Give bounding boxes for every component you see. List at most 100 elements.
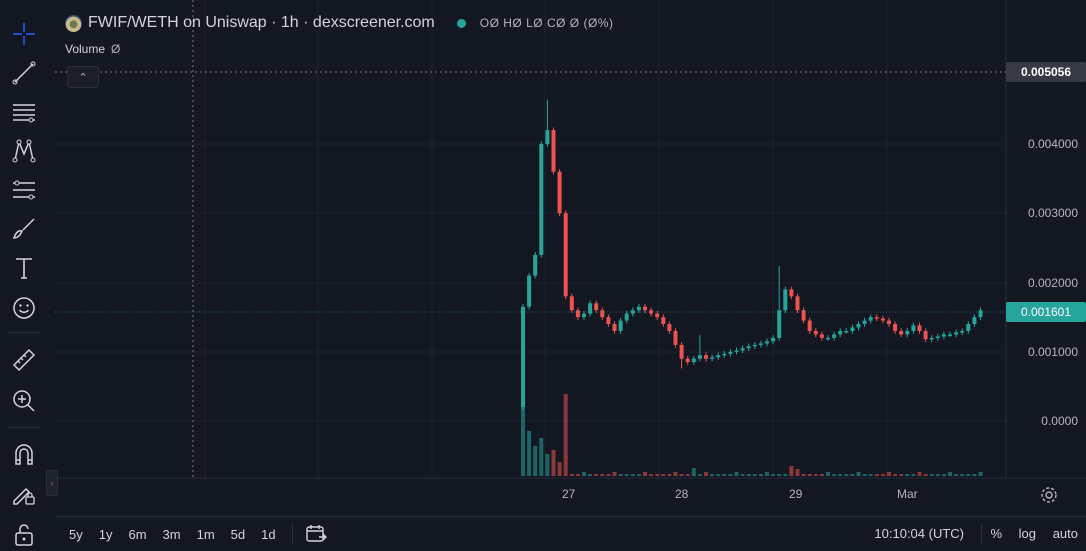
candle-body [795, 296, 800, 311]
candle-body [923, 330, 928, 340]
candle-body [899, 330, 904, 335]
candle-body [618, 320, 623, 331]
price-label: 0.001000 [1027, 345, 1078, 359]
volume-bar [600, 474, 605, 476]
candle-body [569, 296, 574, 311]
candlestick-chart[interactable] [55, 0, 1086, 516]
timeframe-1y-button[interactable]: 1y [99, 527, 113, 542]
candle-body [929, 337, 934, 340]
candle-body [636, 306, 641, 311]
percent-scale-button[interactable]: % [990, 526, 1002, 541]
volume-bar [740, 474, 745, 476]
candle-body [563, 213, 568, 297]
fib-icon[interactable] [8, 174, 40, 206]
timeframe-6m-button[interactable]: 6m [128, 527, 146, 542]
utc-clock[interactable]: 10:10:04 (UTC) [874, 526, 964, 541]
volume-bar [887, 472, 891, 476]
brush-icon[interactable] [8, 213, 40, 245]
candle-body [826, 337, 830, 340]
price-label: 0.002000 [1027, 276, 1078, 290]
volume-bar [649, 474, 654, 476]
volume-bar [569, 474, 574, 476]
volume-bar [923, 474, 928, 476]
crosshair-icon[interactable] [8, 18, 40, 50]
candle-body [948, 334, 952, 336]
volume-bar [826, 472, 830, 476]
zoom-in-icon[interactable] [8, 385, 40, 417]
volume-bar [575, 474, 580, 476]
volume-bar [557, 462, 562, 476]
candle-body [740, 348, 745, 351]
volume-bar [935, 474, 940, 476]
collapse-legend-button[interactable]: ⌃ [67, 66, 99, 88]
symbol-title[interactable]: FWIF/WETH on Uniswap · 1h · dexscreener.… [88, 14, 435, 32]
pattern-icon[interactable] [8, 135, 40, 167]
lock-drawing-icon[interactable] [8, 478, 40, 510]
magnet-icon[interactable] [8, 439, 40, 471]
text-icon[interactable] [8, 252, 40, 284]
log-scale-button[interactable]: log [1019, 526, 1036, 541]
settings-gear-icon[interactable] [1040, 486, 1058, 504]
timeframe-1m-button[interactable]: 1m [197, 527, 215, 542]
volume-bar [783, 474, 788, 476]
volume-bar [588, 474, 593, 476]
emoji-icon[interactable] [8, 292, 40, 324]
volume-bar [795, 469, 800, 476]
volume-bar [539, 438, 544, 476]
candle-body [527, 275, 532, 307]
volume-bar [893, 474, 898, 476]
time-label: Mar [897, 487, 918, 501]
candle-body [783, 289, 788, 311]
candle-body [789, 289, 794, 297]
volume-bar [941, 474, 946, 476]
volume-bar [716, 474, 721, 476]
timeframe-1d-button[interactable]: 1d [261, 527, 275, 542]
volume-bar [545, 454, 550, 476]
volume-bar [533, 446, 538, 476]
candle-body [893, 324, 898, 331]
lock-icon[interactable] [8, 518, 40, 550]
candle-body [685, 358, 690, 363]
volume-bar [734, 472, 739, 476]
candle-body [606, 317, 611, 325]
candle-body [935, 336, 940, 339]
volume-bar [905, 474, 910, 476]
auto-scale-button[interactable]: auto [1053, 526, 1078, 541]
horizontal-lines-icon[interactable] [8, 96, 40, 128]
volume-bar [521, 396, 525, 476]
volume-bar [948, 472, 952, 476]
volume-bar [594, 474, 599, 476]
ruler-icon[interactable] [8, 344, 40, 376]
volume-bar [697, 474, 702, 476]
volume-bar [624, 474, 629, 476]
candle-body [594, 303, 599, 311]
volume-bar [850, 474, 855, 476]
candle-body [728, 351, 733, 354]
candle-body [679, 344, 684, 359]
volume-bar [643, 472, 647, 476]
chevron-up-icon: ⌃ [78, 71, 88, 84]
timeframe-5y-button[interactable]: 5y [69, 527, 83, 542]
calendar-range-icon[interactable] [305, 524, 327, 544]
price-label: 0.0000 [1041, 414, 1078, 428]
volume-bar [655, 474, 660, 476]
candle-body [771, 337, 776, 342]
candle-body [765, 341, 769, 344]
candle-body [673, 330, 678, 345]
timeframe-3m-button[interactable]: 3m [163, 527, 181, 542]
candle-body [746, 346, 751, 349]
volume-bar [551, 450, 556, 476]
candle-body [972, 317, 977, 325]
candle-body [704, 355, 708, 359]
volume-bar [661, 474, 666, 476]
candle-body [905, 330, 910, 335]
chart-area[interactable]: FWIF/WETH on Uniswap · 1h · dexscreener.… [55, 0, 1086, 550]
volume-bar [691, 468, 696, 476]
volume-bar [929, 474, 934, 476]
candle-body [612, 324, 617, 331]
volume-bar [582, 472, 586, 476]
timeframe-5d-button[interactable]: 5d [231, 527, 245, 542]
candle-body [813, 330, 818, 335]
trendline-icon[interactable] [8, 57, 40, 89]
candle-body [533, 254, 538, 276]
